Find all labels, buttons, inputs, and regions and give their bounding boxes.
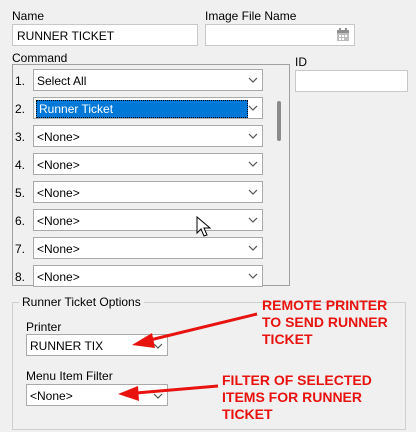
command-dropdown[interactable]: <None>: [33, 237, 263, 259]
name-input-value: RUNNER TICKET: [17, 29, 115, 43]
command-row: 5. <None>: [13, 181, 273, 203]
printer-annotation: REMOTE PRINTER TO SEND RUNNER TICKET: [262, 297, 388, 347]
command-dropdown-value: <None>: [37, 242, 80, 256]
command-label: Command: [12, 51, 68, 65]
command-row-number: 5.: [15, 186, 26, 200]
command-dropdown[interactable]: <None>: [33, 153, 263, 175]
command-dropdown[interactable]: Select All: [33, 69, 263, 91]
command-row-number: 3.: [15, 130, 26, 144]
command-dropdown-value: Runner Ticket: [36, 100, 248, 118]
command-row-number: 8.: [15, 270, 26, 284]
command-row: 8. <None>: [13, 265, 273, 287]
menu-item-filter-label: Menu Item Filter: [26, 369, 113, 383]
printer-label: Printer: [26, 320, 62, 334]
command-row-number: 2.: [15, 102, 26, 116]
menu-item-filter-dropdown[interactable]: <None>: [26, 384, 168, 406]
printer-dropdown-value: RUNNER TIX: [30, 339, 104, 353]
command-dropdown-value: <None>: [37, 270, 80, 284]
command-row-number: 6.: [15, 214, 26, 228]
chevron-down-icon: [153, 393, 163, 399]
command-list: 1. Select All 2. Runner Ticket 3. <None>…: [12, 64, 290, 287]
id-input[interactable]: [295, 70, 408, 92]
command-dropdown[interactable]: Runner Ticket: [33, 97, 263, 119]
chevron-down-icon: [248, 133, 258, 139]
command-dropdown[interactable]: <None>: [33, 125, 263, 147]
command-row-number: 1.: [15, 74, 26, 88]
command-dropdown-value: <None>: [37, 158, 80, 172]
filter-annotation: FILTER OF SELECTED ITEMS FOR RUNNER TICK…: [222, 372, 372, 422]
command-row: 4. <None>: [13, 153, 273, 175]
calendar-icon[interactable]: [336, 28, 350, 42]
command-row: 1. Select All: [13, 69, 273, 91]
chevron-down-icon: [248, 77, 258, 83]
command-row: 7. <None>: [13, 237, 273, 259]
command-row-number: 4.: [15, 158, 26, 172]
menu-item-filter-dropdown-value: <None>: [30, 389, 73, 403]
chevron-down-icon: [248, 189, 258, 195]
name-input[interactable]: RUNNER TICKET: [12, 24, 198, 46]
runner-ticket-options-title: Runner Ticket Options: [19, 295, 144, 309]
command-row: 6. <None>: [13, 209, 273, 231]
command-dropdown[interactable]: <None>: [33, 265, 263, 287]
command-dropdown-value: <None>: [37, 186, 80, 200]
id-label: ID: [295, 55, 307, 69]
chevron-down-icon: [248, 105, 258, 111]
name-label: Name: [12, 9, 45, 23]
command-list-scrollbar[interactable]: [273, 67, 287, 283]
command-dropdown[interactable]: <None>: [33, 181, 263, 203]
image-file-name-input[interactable]: [205, 24, 355, 46]
command-dropdown-value: <None>: [37, 130, 80, 144]
command-row-number: 7.: [15, 242, 26, 256]
image-file-name-label: Image File Name: [205, 9, 297, 23]
command-dropdown[interactable]: <None>: [33, 209, 263, 231]
chevron-down-icon: [248, 217, 258, 223]
scrollbar-thumb[interactable]: [277, 101, 281, 141]
chevron-down-icon: [248, 245, 258, 251]
chevron-down-icon: [153, 343, 163, 349]
command-row: 3. <None>: [13, 125, 273, 147]
command-row: 2. Runner Ticket: [13, 97, 273, 119]
command-dropdown-value: <None>: [37, 214, 80, 228]
chevron-down-icon: [248, 273, 258, 279]
chevron-down-icon: [248, 161, 258, 167]
command-dropdown-value: Select All: [37, 74, 87, 88]
printer-dropdown[interactable]: RUNNER TIX: [26, 334, 168, 356]
